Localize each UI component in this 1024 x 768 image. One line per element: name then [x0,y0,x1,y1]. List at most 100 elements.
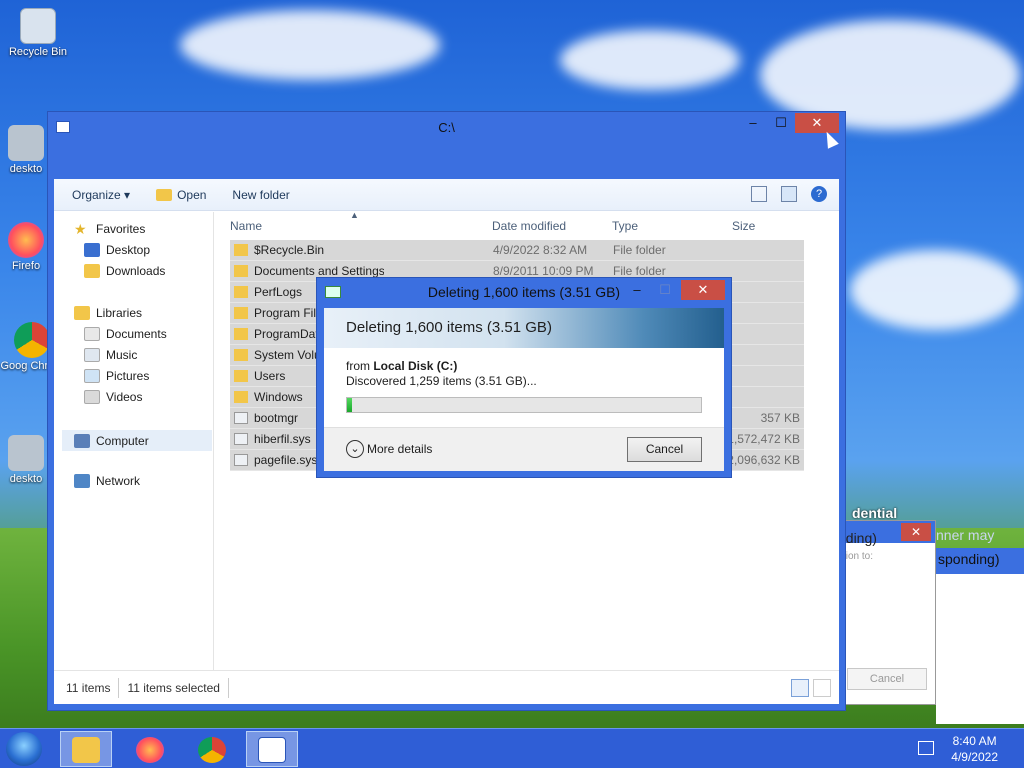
dialog-minimize-button[interactable]: – [623,280,651,300]
preview-pane-icon[interactable] [781,186,797,202]
maximize-button[interactable]: ☐ [767,113,795,133]
downloads-icon [84,264,100,278]
folder-icon [234,265,248,277]
desktop-icon-recycle-bin[interactable]: Recycle Bin [6,8,70,58]
clock[interactable]: 8:40 AM 4/9/2022 [951,733,998,765]
help-icon[interactable]: ? [811,186,827,202]
nav-item-videos[interactable]: Videos [84,390,142,404]
nav-item-music[interactable]: Music [84,348,137,362]
videos-icon [84,390,100,404]
file-size: 2,096,632 KB [727,453,800,467]
star-icon: ★ [74,221,87,237]
documents-icon [84,327,100,341]
file-type: File folder [613,264,666,278]
nav-item-computer[interactable]: Computer [62,430,212,451]
nav-item-documents[interactable]: Documents [84,327,167,341]
navigation-pane: ★ Favorites Desktop Downloads Libraries D… [54,212,214,670]
file-icon [234,433,248,445]
file-date: 4/9/2022 8:32 AM [493,243,588,257]
background-window-cancel-button[interactable]: Cancel [847,668,927,690]
change-view-icon[interactable] [751,186,767,202]
details-view-icon[interactable] [791,679,809,697]
gear-icon [8,125,44,161]
organize-label: Organize ▾ [72,187,131,202]
column-headers: Name ▲ Date modified Type Size [230,210,839,240]
nav-label: Network [96,474,141,488]
nav-item-network[interactable]: Network [74,474,140,488]
nav-item-libraries[interactable]: Libraries [74,306,142,320]
network-icon [74,474,90,488]
taskbar-firefox-button[interactable] [124,731,176,767]
cancel-button[interactable]: Cancel [627,437,702,462]
folder-icon [234,349,248,361]
file-name: $Recycle.Bin [254,243,325,257]
taskbar-explorer-button[interactable] [60,731,112,767]
minimize-button[interactable]: – [739,113,767,133]
nav-label: Desktop [106,243,151,257]
nav-label: Documents [106,327,167,341]
wallpaper-cloud [180,10,440,80]
nav-item-favorites[interactable]: ★ Favorites [74,222,145,236]
background-window-2-body [936,574,1024,724]
file-size: 357 KB [760,411,800,425]
folder-icon [234,370,248,382]
chrome-icon [14,322,50,358]
dialog-maximize-button: ☐ [659,282,671,297]
more-details-button[interactable]: ⌄ More details [346,440,432,458]
column-header-date[interactable]: Date modified [492,219,566,233]
taskbar-chrome-button[interactable] [186,731,238,767]
music-icon [84,348,100,362]
new-folder-label: New folder [232,187,290,202]
file-icon [234,412,248,424]
libraries-icon [74,306,90,320]
file-size: 1,572,472 KB [727,432,800,446]
column-header-size[interactable]: Size [732,219,755,233]
nav-item-downloads[interactable]: Downloads [84,264,165,278]
file-date: 8/9/2011 10:09 PM [493,264,594,278]
folder-icon [234,244,248,256]
column-header-name[interactable]: Name [230,219,262,233]
delete-progress-dialog: Deleting 1,600 items (3.51 GB) – ☐ ✕ Del… [316,277,732,478]
sort-ascending-icon: ▲ [350,210,359,220]
folder-icon [234,286,248,298]
dialog-close-button[interactable]: ✕ [681,280,725,300]
explorer-titlebar[interactable]: C:\ – ☐ ✕ [48,112,845,179]
dialog-banner: Deleting 1,600 items (3.51 GB) [324,308,724,348]
desktop-icon [84,243,100,257]
firefox-icon [8,222,44,258]
wallpaper-cloud [560,30,740,90]
dialog-content: Deleting 1,600 items (3.51 GB) from Loca… [324,308,724,471]
table-row[interactable]: $Recycle.Bin 4/9/2022 8:32 AM File folder [230,240,804,261]
background-window-close-button[interactable]: ✕ [901,523,931,541]
network-tray-icon[interactable] [918,741,934,755]
status-selected-count: 11 items selected [127,680,220,695]
nav-label: Favorites [96,222,146,236]
nav-label: Music [106,348,138,362]
large-icons-view-icon[interactable] [813,679,831,697]
start-button[interactable] [6,732,42,766]
background-window-title-fragment: dential [852,505,898,521]
command-bar: Organize ▾ Open New folder ? [54,179,839,211]
open-button[interactable]: Open [156,188,206,202]
clock-date: 4/9/2022 [951,750,998,764]
chrome-icon [198,737,226,763]
file-type: File folder [613,243,666,257]
window-icon [258,737,286,763]
dialog-banner-text: Deleting 1,600 items (3.51 GB) [346,319,552,336]
organize-button[interactable]: Organize ▾ [72,188,130,202]
column-header-type[interactable]: Type [612,219,638,233]
status-item-count: 11 items [66,680,111,695]
folder-icon [234,391,248,403]
nav-label: Pictures [106,369,150,383]
folder-icon [234,307,248,319]
nav-item-desktop[interactable]: Desktop [84,243,150,257]
computer-icon [74,433,90,448]
nav-item-pictures[interactable]: Pictures [84,369,149,383]
new-folder-button[interactable]: New folder [232,188,289,202]
discovered-text: Discovered 1,259 items (3.51 GB)... [346,374,537,388]
taskbar-window-button[interactable] [246,731,298,767]
dialog-footer: ⌄ More details Cancel [324,427,724,471]
file-icon [234,454,248,466]
status-bar: 11 items 11 items selected [54,670,839,704]
open-label: Open [177,187,207,202]
